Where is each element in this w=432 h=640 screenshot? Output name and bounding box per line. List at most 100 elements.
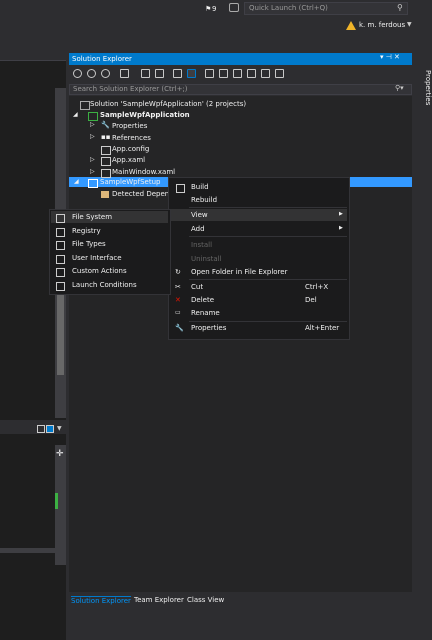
tree-item-app-config[interactable]: App.config xyxy=(112,145,149,153)
tab-solution-explorer[interactable]: Solution Explorer xyxy=(71,596,131,605)
menu-item-uninstall: Uninstall xyxy=(191,255,222,263)
chevron-down-icon[interactable]: ▼ xyxy=(407,21,412,28)
view-submenu: File System Registry File Types User Int… xyxy=(49,209,171,295)
warning-icon xyxy=(346,21,356,30)
tree-item-app-xaml[interactable]: App.xaml xyxy=(112,156,145,164)
submenu-arrow-icon: ▶ xyxy=(339,211,343,217)
submenu-item-user-interface[interactable]: User Interface xyxy=(72,254,122,262)
expand-arrow-icon[interactable]: ◢ xyxy=(74,178,79,185)
horizontal-scrollbar[interactable] xyxy=(0,548,66,553)
file-system-editor-icon[interactable] xyxy=(205,69,214,78)
launch-conditions-editor-icon[interactable] xyxy=(275,69,284,78)
tree-item-setup-project[interactable]: SampleWpfSetup xyxy=(100,178,160,186)
custom-actions-icon xyxy=(56,268,65,277)
menu-item-delete[interactable]: Delete xyxy=(191,296,214,304)
shortcut-cut: Ctrl+X xyxy=(305,283,329,291)
build-icon xyxy=(176,184,185,193)
submenu-item-launch-conditions[interactable]: Launch Conditions xyxy=(72,281,137,289)
tab-team-explorer[interactable]: Team Explorer xyxy=(134,596,184,604)
submenu-item-file-types[interactable]: File Types xyxy=(72,240,106,248)
delete-x-icon: ✕ xyxy=(175,296,181,304)
menu-item-add[interactable]: Add xyxy=(191,225,205,233)
config-file-icon xyxy=(101,146,111,155)
scissors-icon: ✂ xyxy=(175,283,181,291)
menu-item-properties[interactable]: Properties xyxy=(191,324,226,332)
menu-separator xyxy=(189,279,347,280)
change-marker xyxy=(55,493,58,509)
menu-separator xyxy=(189,207,347,208)
launch-conditions-icon xyxy=(56,282,65,291)
refresh-folder-icon: ↻ xyxy=(175,268,181,276)
menu-item-build[interactable]: Build xyxy=(191,183,209,191)
wrench-icon: 🔧 xyxy=(101,121,110,129)
menu-item-rebuild[interactable]: Rebuild xyxy=(191,196,217,204)
file-system-icon xyxy=(56,214,65,223)
expand-icon[interactable]: ✛ xyxy=(56,449,64,459)
wrench-icon: 🔧 xyxy=(175,324,184,332)
registry-icon xyxy=(56,228,65,237)
collapse-arrow-icon[interactable]: ▷ xyxy=(90,168,95,175)
notification-flag-icon[interactable]: ⚑ xyxy=(205,5,211,13)
menu-separator xyxy=(189,236,347,237)
collapse-arrow-icon[interactable]: ▷ xyxy=(90,133,95,140)
refresh-icon[interactable] xyxy=(155,69,164,78)
submenu-item-registry[interactable]: Registry xyxy=(72,227,101,235)
menu-item-cut[interactable]: Cut xyxy=(191,283,203,291)
user-account[interactable]: k. m. ferdous xyxy=(359,21,405,29)
rename-icon: ▭ xyxy=(175,309,181,316)
references-icon: ▪▪ xyxy=(101,133,111,141)
split-view-icon[interactable] xyxy=(37,425,45,433)
menu-separator xyxy=(189,321,347,322)
tab-class-view[interactable]: Class View xyxy=(187,596,224,604)
setup-project-icon xyxy=(88,179,98,188)
collapse-arrow-icon[interactable]: ▷ xyxy=(90,121,95,128)
tree-item-properties[interactable]: Properties xyxy=(112,122,147,130)
menu-item-view[interactable]: View xyxy=(191,211,208,219)
expand-arrow-icon[interactable]: ◢ xyxy=(73,111,78,118)
back-icon[interactable] xyxy=(73,69,82,78)
menu-item-install: Install xyxy=(191,241,213,249)
feedback-icon[interactable] xyxy=(229,3,239,12)
file-types-icon xyxy=(56,241,65,250)
context-menu: Build Rebuild View ▶ Add ▶ Install Unins… xyxy=(168,177,350,340)
shortcut-delete: Del xyxy=(305,296,317,304)
file-types-editor-icon[interactable] xyxy=(233,69,242,78)
chevron-down-icon[interactable]: ▼ xyxy=(57,425,62,432)
user-interface-icon xyxy=(56,255,65,264)
submenu-arrow-icon: ▶ xyxy=(339,225,343,231)
properties-wrench-icon[interactable] xyxy=(173,69,182,78)
submenu-item-custom-actions[interactable]: Custom Actions xyxy=(72,267,127,275)
split-view-active-icon[interactable] xyxy=(46,425,54,433)
history-icon[interactable] xyxy=(120,69,129,78)
forward-icon[interactable] xyxy=(87,69,96,78)
notification-count: 9 xyxy=(212,5,217,13)
solution-explorer-search[interactable]: Search Solution Explorer (Ctrl+;) xyxy=(69,84,412,95)
tree-item-project[interactable]: SampleWpfApplication xyxy=(100,111,190,119)
collapse-arrow-icon[interactable]: ▷ xyxy=(90,156,95,163)
pane-controls[interactable]: ▾ ⊣ ✕ xyxy=(380,53,400,61)
search-icon[interactable]: ⚲ xyxy=(397,3,403,12)
properties-side-tab[interactable]: Properties xyxy=(414,70,432,150)
shortcut-properties: Alt+Enter xyxy=(305,324,340,332)
custom-actions-editor-icon[interactable] xyxy=(261,69,270,78)
collapse-all-icon[interactable] xyxy=(187,69,196,78)
folder-icon xyxy=(101,191,109,198)
search-icon[interactable]: ⚲▾ xyxy=(395,84,404,92)
submenu-item-file-system[interactable]: File System xyxy=(72,213,112,221)
solution-icon xyxy=(80,101,90,110)
tree-item-detected-dependencies[interactable]: Detected Depend xyxy=(112,190,174,198)
home-icon[interactable] xyxy=(101,69,110,78)
registry-editor-icon[interactable] xyxy=(219,69,228,78)
menu-item-rename[interactable]: Rename xyxy=(191,309,220,317)
menu-item-open-folder[interactable]: Open Folder in File Explorer xyxy=(191,268,287,276)
xaml-file-icon xyxy=(101,157,111,166)
tree-item-main-window[interactable]: MainWindow.xaml xyxy=(112,168,175,176)
tree-item-solution[interactable]: Solution 'SampleWpfApplication' (2 proje… xyxy=(90,100,246,108)
xaml-file-icon xyxy=(101,169,111,178)
quick-launch-input[interactable]: Quick Launch (Ctrl+Q) xyxy=(244,2,408,15)
csharp-project-icon xyxy=(88,112,98,121)
tree-item-references[interactable]: References xyxy=(112,134,151,142)
user-interface-editor-icon[interactable] xyxy=(247,69,256,78)
solution-explorer-title: Solution Explorer xyxy=(69,53,412,65)
sync-icon[interactable] xyxy=(141,69,150,78)
